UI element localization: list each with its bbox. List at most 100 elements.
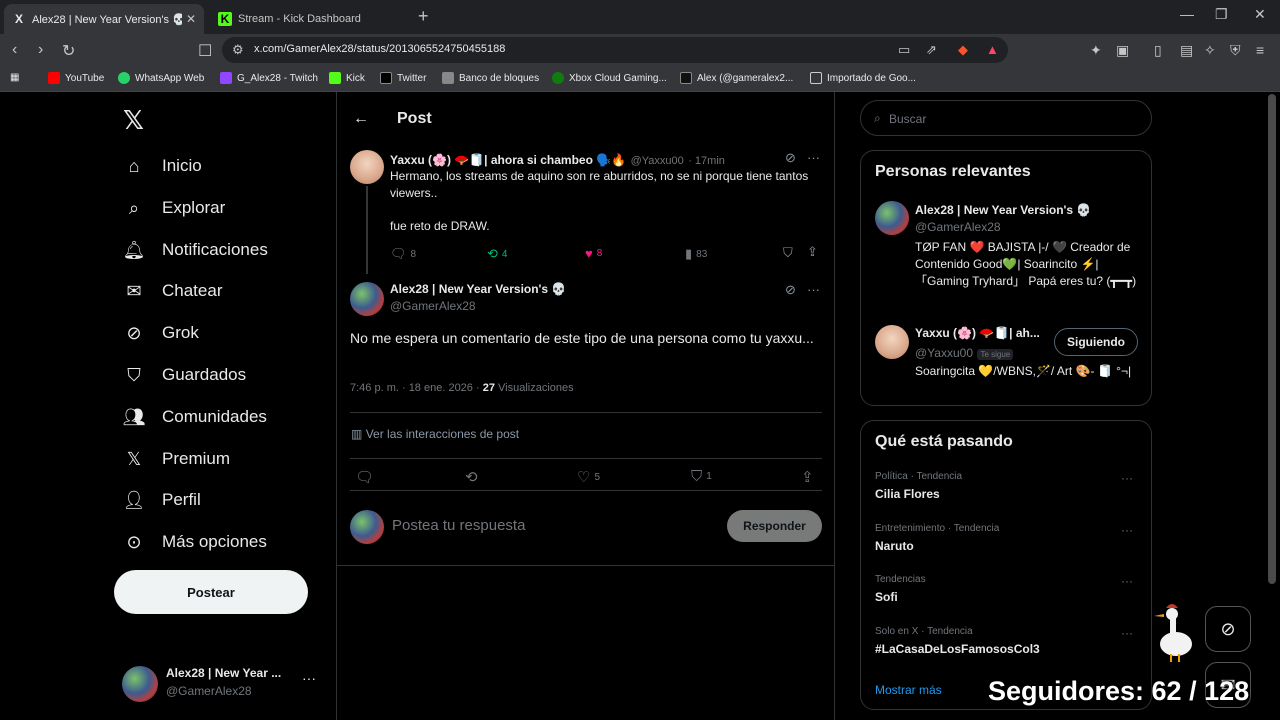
nav-chat[interactable]: ✉ Chatear xyxy=(122,273,222,309)
page-scrollbar[interactable] xyxy=(1268,94,1276,584)
bookmark-xbox[interactable]: Xbox Cloud Gaming... xyxy=(552,72,667,84)
author-handle[interactable]: @GamerAlex28 xyxy=(390,299,476,313)
leo-ai-icon[interactable]: ✧ xyxy=(1204,42,1216,59)
repost-action[interactable]: ⟲ 4 xyxy=(487,246,507,262)
views-action[interactable]: ▮ 83 xyxy=(685,246,707,262)
share-action[interactable]: ⇪ xyxy=(801,468,818,486)
brave-rewards-icon[interactable]: ▲ xyxy=(986,42,999,57)
more-icon[interactable]: ··· xyxy=(1121,471,1133,485)
trend-item[interactable]: Entretenimiento · Tendencia Naruto ··· xyxy=(875,523,1141,553)
grok-icon[interactable]: ⊘ xyxy=(785,150,796,166)
reply-action[interactable]: 🗨︎ 8 xyxy=(390,246,416,262)
like-action[interactable]: ♡ 5 xyxy=(577,468,600,486)
more-icon[interactable]: ··· xyxy=(1121,574,1133,588)
bookmark-banco[interactable]: Banco de bloques xyxy=(442,72,539,84)
youtube-icon xyxy=(48,72,60,84)
post-button[interactable]: Postear xyxy=(114,570,308,614)
site-info-icon[interactable]: ⚙ xyxy=(232,42,244,58)
trend-item[interactable]: Solo en X · Tendencia #LaCasaDeLosFamoso… xyxy=(875,626,1141,656)
bookmark-icon[interactable]: ☐ xyxy=(198,41,212,61)
more-icon[interactable]: ··· xyxy=(1121,626,1133,640)
bookmark-icon[interactable]: ⛉ xyxy=(783,245,793,261)
nav-label: Comunidades xyxy=(162,407,267,426)
minimize-icon[interactable]: — xyxy=(1180,6,1194,22)
person-handle[interactable]: @GamerAlex28 xyxy=(915,220,1001,234)
more-icon[interactable]: ··· xyxy=(1121,523,1133,537)
nav-bookmarks[interactable]: ⛉ Guardados xyxy=(122,357,246,393)
grok-float-button[interactable]: ⊘ xyxy=(1205,606,1251,652)
tweet-timestamp[interactable]: 7:46 p. m. · 18 ene. 2026 · xyxy=(350,382,483,394)
close-window-icon[interactable]: ✕ xyxy=(1254,6,1266,23)
author-name[interactable]: Yaxxu (🌸) 🪭🧻| ahora si chambeo 🗣️🔥 xyxy=(390,153,626,167)
sidebar-icon[interactable]: ▯ xyxy=(1154,42,1162,59)
trend-item[interactable]: Tendencias Sofi ··· xyxy=(875,574,1141,604)
nav-home[interactable]: ⌂ Inicio xyxy=(122,148,202,184)
new-tab-icon[interactable]: + xyxy=(418,6,429,27)
menu-icon[interactable]: ≡ xyxy=(1256,42,1264,58)
nav-communities[interactable]: 👥︎ Comunidades xyxy=(122,399,267,435)
avatar[interactable] xyxy=(875,201,909,235)
bookmark-twitch[interactable]: G_Alex28 - Twitch xyxy=(220,72,318,84)
cast-icon[interactable]: ▭ xyxy=(898,42,910,58)
like-action[interactable]: ♥ 8 xyxy=(585,246,602,261)
x-logo-icon[interactable]: 𝕏 xyxy=(123,106,144,136)
following-button[interactable]: Siguiendo xyxy=(1054,328,1138,356)
nav-notifications[interactable]: 🔔︎ Notificaciones xyxy=(122,232,268,268)
more-icon[interactable]: ··· xyxy=(807,150,820,165)
person-name[interactable]: Yaxxu (🌸) 🪭🧻| ah... xyxy=(915,326,1049,340)
more-icon[interactable]: ··· xyxy=(302,670,316,686)
more-icon[interactable]: ··· xyxy=(807,282,820,297)
account-name: Alex28 | New Year ... xyxy=(166,666,282,680)
close-tab-icon[interactable]: ✕ xyxy=(186,12,196,26)
person-name[interactable]: Alex28 | New Year Version's 💀 xyxy=(915,203,1091,217)
x-page: 𝕏 ⌂ Inicio ⌕ Explorar 🔔︎ Notificaciones ✉ Ch… xyxy=(0,92,1280,720)
vpn-icon[interactable]: ⛨ xyxy=(1230,42,1241,59)
nav-premium[interactable]: 𝕏 Premium xyxy=(122,441,230,477)
repost-action[interactable]: ⟲ xyxy=(465,468,482,486)
avatar[interactable] xyxy=(350,282,384,316)
back-icon[interactable]: ‹ xyxy=(12,41,17,59)
bookmark-youtube[interactable]: YouTube xyxy=(48,72,104,84)
nav-explore[interactable]: ⌕ Explorar xyxy=(122,190,225,226)
nav-label: Guardados xyxy=(162,365,247,384)
bookmark-kick[interactable]: Kick xyxy=(329,72,365,84)
reload-icon[interactable]: ↻ xyxy=(62,41,75,61)
maximize-icon[interactable]: ❐ xyxy=(1215,6,1228,23)
avatar[interactable] xyxy=(875,325,909,359)
bookmark-whatsapp[interactable]: WhatsApp Web xyxy=(118,72,204,84)
nav-profile[interactable]: 👤︎ Perfil xyxy=(122,482,201,518)
forward-icon[interactable]: › xyxy=(38,41,43,59)
avatar[interactable] xyxy=(350,150,384,184)
author-name[interactable]: Alex28 | New Year Version's 💀 xyxy=(390,282,566,296)
author-handle[interactable]: @Yaxxu00 xyxy=(631,155,684,167)
trend-item[interactable]: Política · Tendencia Cilia Flores ··· xyxy=(875,471,1141,501)
view-interactions-link[interactable]: ▥ Ver las interacciones de post xyxy=(351,427,519,441)
nav-more[interactable]: ⊙ Más opciones xyxy=(122,524,266,560)
share-icon[interactable]: ⇗ xyxy=(926,42,937,58)
search-input[interactable]: ⌕ Buscar xyxy=(860,100,1152,136)
person-handle[interactable]: @Yaxxu00 xyxy=(915,346,973,360)
extensions-icon[interactable]: ✦ xyxy=(1090,42,1102,59)
apps-icon[interactable]: ▦ xyxy=(10,72,19,83)
reply-input[interactable]: Postea tu respuesta xyxy=(392,517,525,534)
bookmark-imported-folder[interactable]: Importado de Goo... xyxy=(810,72,916,84)
tweet-time[interactable]: · 17min xyxy=(688,155,725,167)
nav-grok[interactable]: ⊘ Grok xyxy=(122,315,198,351)
bookmark-action[interactable]: ⛉ 1 xyxy=(691,468,712,485)
show-more-link[interactable]: Mostrar más xyxy=(875,683,942,697)
brave-shields-icon[interactable]: ◆ xyxy=(958,42,968,58)
wallet-icon[interactable]: ▤ xyxy=(1180,42,1193,59)
url-bar[interactable]: ⚙ x.com/GamerAlex28/status/2013065524750… xyxy=(222,37,1008,63)
reply-action[interactable]: 🗨︎ xyxy=(355,468,378,486)
bookmark-tiktok[interactable]: Alex (@gameralex2... xyxy=(680,72,793,84)
share-icon[interactable]: ⇪ xyxy=(807,244,818,260)
reply-button[interactable]: Responder xyxy=(727,510,822,542)
tab-x-post[interactable]: X Alex28 | New Year Version's 💀 c ✕ xyxy=(4,4,204,34)
mail-icon: ✉ xyxy=(126,280,142,301)
back-arrow-icon[interactable]: ← xyxy=(353,110,369,128)
tab-kick-dashboard[interactable]: K Stream - Kick Dashboard xyxy=(210,4,410,34)
screenshot-icon[interactable]: ▣ xyxy=(1116,42,1129,59)
grok-icon[interactable]: ⊘ xyxy=(785,282,796,298)
bookmark-twitter[interactable]: Twitter xyxy=(380,72,426,84)
account-switcher[interactable]: Alex28 | New Year ... @GamerAlex28 ··· xyxy=(122,664,332,704)
